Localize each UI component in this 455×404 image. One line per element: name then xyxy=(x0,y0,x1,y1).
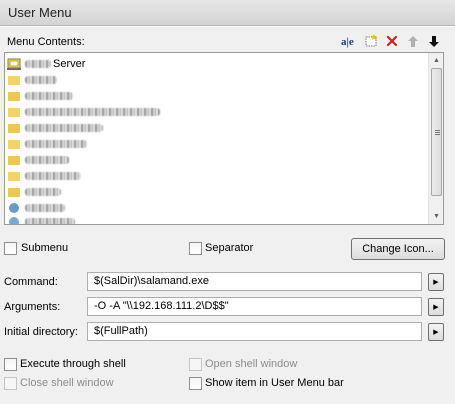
menu-contents-list[interactable]: Server ▲ ▼ xyxy=(4,52,444,225)
network-icon xyxy=(7,201,21,214)
folder-icon xyxy=(7,185,21,198)
list-item-label xyxy=(25,187,61,196)
dialog-title: User Menu xyxy=(8,5,72,20)
folder-icon xyxy=(7,137,21,150)
change-icon-button[interactable]: Change Icon... xyxy=(351,238,445,260)
arguments-field[interactable]: -O -A "\\192.168.111.2\D$$" xyxy=(87,297,422,316)
list-item[interactable] xyxy=(7,152,69,167)
submenu-label: Submenu xyxy=(21,242,69,254)
close-shell-window-label: Close shell window xyxy=(20,377,114,389)
scroll-down-icon[interactable]: ▼ xyxy=(429,209,443,224)
command-label: Command: xyxy=(4,276,58,288)
move-up-icon[interactable] xyxy=(404,33,422,49)
list-item-label xyxy=(25,75,57,84)
show-in-user-menu-bar-label: Show item in User Menu bar xyxy=(205,377,344,389)
command-options-button[interactable]: ▶ xyxy=(428,273,444,291)
folder-icon xyxy=(7,153,21,166)
list-item[interactable] xyxy=(7,184,61,199)
list-item[interactable]: Server xyxy=(7,56,85,71)
list-item[interactable] xyxy=(7,200,65,215)
list-item-label xyxy=(25,217,75,224)
separator-label: Separator xyxy=(205,242,254,254)
open-shell-window-checkbox[interactable] xyxy=(189,358,202,371)
list-item[interactable] xyxy=(7,136,87,151)
list-item[interactable] xyxy=(7,88,73,103)
open-shell-window-label: Open shell window xyxy=(205,358,298,370)
scroll-up-icon[interactable]: ▲ xyxy=(429,53,443,68)
folder-icon xyxy=(7,121,21,134)
svg-text:a|e: a|e xyxy=(341,36,354,48)
initial-directory-label: Initial directory: xyxy=(4,326,78,338)
submenu-checkbox[interactable] xyxy=(4,242,17,255)
dialog-title-bar: User Menu xyxy=(0,0,455,26)
arguments-label: Arguments: xyxy=(4,301,61,313)
initial-directory-options-button[interactable]: ▶ xyxy=(428,323,444,341)
network-icon xyxy=(7,215,21,224)
list-item-label xyxy=(25,171,81,180)
list-item-label xyxy=(25,203,65,212)
list-item[interactable] xyxy=(7,168,81,183)
folder-icon xyxy=(7,105,21,118)
show-in-user-menu-bar-checkbox[interactable] xyxy=(189,377,202,390)
arguments-options-button[interactable]: ▶ xyxy=(428,298,444,316)
list-item-label xyxy=(25,91,73,100)
initial-directory-field[interactable]: $(FullPath) xyxy=(87,322,422,341)
folder-icon xyxy=(7,73,21,86)
folder-icon xyxy=(7,89,21,102)
list-item-label xyxy=(25,155,69,164)
move-down-icon[interactable] xyxy=(425,33,443,49)
list-item[interactable] xyxy=(7,104,160,119)
list-item-label xyxy=(25,123,103,132)
separator-checkbox[interactable] xyxy=(189,242,202,255)
folder-icon xyxy=(7,169,21,182)
command-field[interactable]: $(SalDir)\salamand.exe xyxy=(87,272,422,291)
rename-item-icon[interactable]: a|e xyxy=(340,33,358,49)
list-item-label xyxy=(25,139,87,148)
execute-through-shell-label: Execute through shell xyxy=(20,358,126,370)
close-shell-window-checkbox[interactable] xyxy=(4,377,17,390)
list-item[interactable] xyxy=(7,214,75,224)
item-prefix-redacted xyxy=(25,59,51,68)
list-item-label: Server xyxy=(53,57,86,70)
vertical-scrollbar[interactable]: ▲ ▼ xyxy=(428,53,443,224)
server-icon xyxy=(7,57,21,70)
scroll-thumb[interactable] xyxy=(431,68,442,196)
list-item[interactable] xyxy=(7,120,103,135)
menu-contents-label: Menu Contents: xyxy=(7,36,85,48)
delete-icon[interactable] xyxy=(383,33,401,49)
list-item-label xyxy=(25,107,160,116)
execute-through-shell-checkbox[interactable] xyxy=(4,358,17,371)
list-item[interactable] xyxy=(7,72,57,87)
new-item-icon[interactable] xyxy=(362,33,380,49)
